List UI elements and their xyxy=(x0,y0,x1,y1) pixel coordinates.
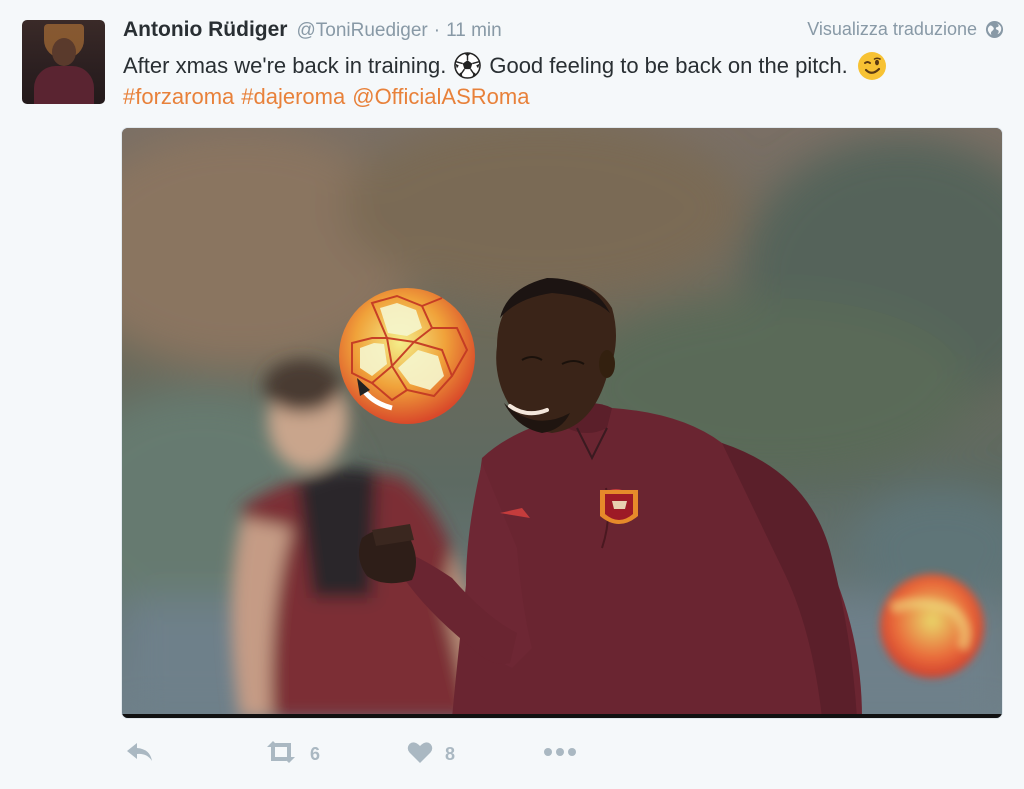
author-handle[interactable]: @ToniRuediger xyxy=(296,20,427,42)
avatar[interactable] xyxy=(22,20,105,104)
retweet-button[interactable]: 6 xyxy=(264,738,320,770)
globe-icon xyxy=(985,20,1004,39)
tweet-header: Antonio Rüdiger @ToniRuediger · 11 min xyxy=(123,18,502,46)
soccer-ball-emoji xyxy=(454,52,482,79)
retweet-count: 6 xyxy=(310,743,321,764)
more-icon xyxy=(543,745,577,763)
tweet: Antonio Rüdiger @ToniRuediger · 11 min V… xyxy=(0,0,1024,789)
avatar-shirt xyxy=(34,66,94,104)
header-separator: · xyxy=(433,20,441,41)
heart-icon xyxy=(407,740,433,769)
tweet-text-part-1: After xmas we're back in training. xyxy=(123,53,447,78)
tweet-photo[interactable] xyxy=(122,128,1002,718)
reply-icon xyxy=(125,740,155,769)
winking-face-emoji xyxy=(857,51,887,81)
author-name[interactable]: Antonio Rüdiger xyxy=(123,18,287,42)
hashtag-dajeroma[interactable]: #dajeroma xyxy=(241,81,345,112)
translate-link[interactable]: Visualizza traduzione xyxy=(807,19,1004,40)
tweet-timestamp[interactable]: 11 min xyxy=(446,20,502,42)
translate-label: Visualizza traduzione xyxy=(807,19,977,39)
tweet-text-part-2: Good feeling to be back on the pitch. xyxy=(489,53,848,78)
reply-button[interactable] xyxy=(125,738,155,770)
tweet-text: After xmas we're back in training. Good … xyxy=(123,50,1003,112)
tweet-text-line-1: After xmas we're back in training. Good … xyxy=(123,50,1003,81)
hashtag-forzaroma[interactable]: #forzaroma xyxy=(123,81,234,112)
photo-illustration xyxy=(122,128,1002,718)
tweet-text-line-2: #forzaroma #dajeroma @OfficialASRoma xyxy=(123,81,1003,112)
photo-bottom-border xyxy=(122,714,1002,718)
like-button[interactable]: 8 xyxy=(407,738,455,770)
more-button[interactable] xyxy=(543,738,577,770)
retweet-icon xyxy=(264,739,298,770)
like-count: 8 xyxy=(445,743,456,764)
avatar-head xyxy=(52,38,76,66)
mention-officialasroma[interactable]: @OfficialASRoma xyxy=(352,81,529,112)
